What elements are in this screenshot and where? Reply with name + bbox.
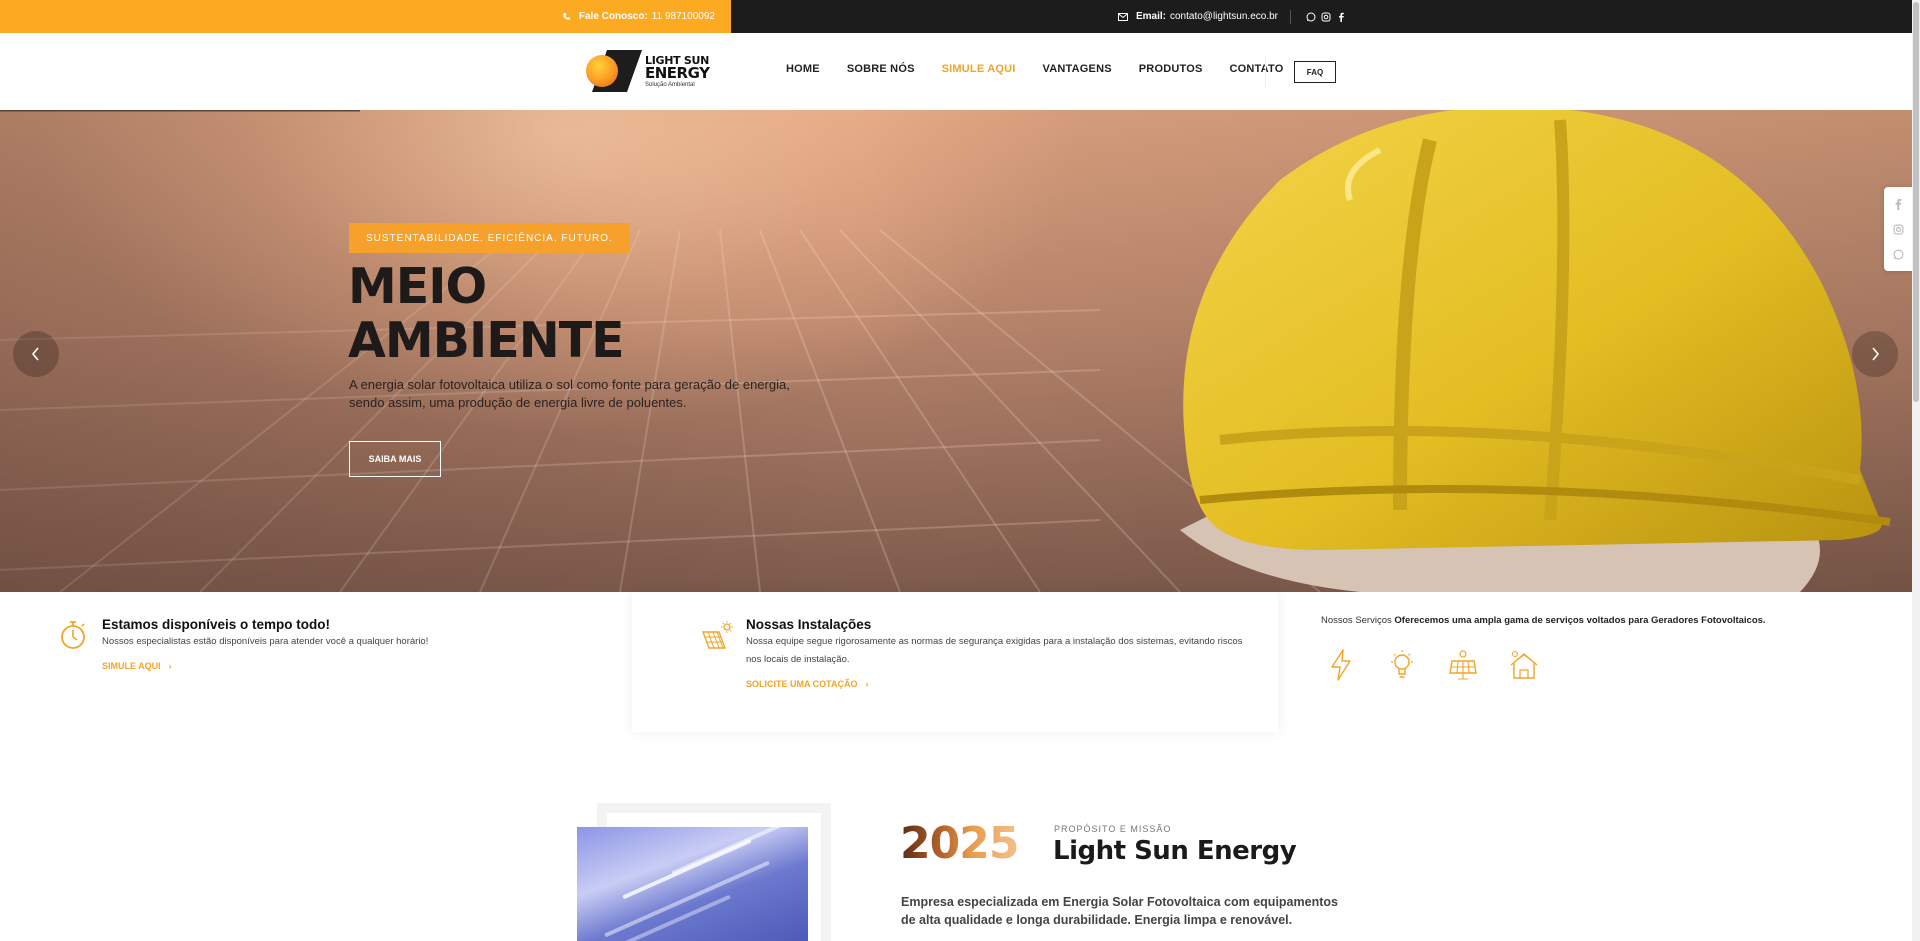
phone-number[interactable]: 11 987100092 — [652, 11, 715, 22]
phone-label: Fale Conosco: — [578, 11, 648, 22]
email-link[interactable]: contato@lightsun.eco.br — [1170, 11, 1278, 22]
feature-title: Nossas Instalações — [746, 617, 872, 632]
helmet-image — [1180, 110, 1891, 592]
about-kicker: PROPÓSITO E MISSÃO — [1054, 824, 1172, 834]
hero-title-line1: MEIO — [348, 258, 487, 315]
solicite-cotacao-link[interactable]: SOLICITE UMA COTAÇÃO › — [746, 679, 869, 689]
about-title: Light Sun Energy — [1053, 836, 1297, 866]
logo-line2: ENERGY — [645, 64, 710, 82]
nav-vantagens[interactable]: VANTAGENS — [1043, 63, 1112, 75]
feature-title: Estamos disponíveis o tempo todo! — [102, 617, 331, 632]
services-label: Nossos Serviços — [1321, 615, 1392, 626]
feature-description: Nossos especialistas estão disponíveis p… — [102, 636, 429, 647]
chevron-right-icon — [1872, 347, 1880, 361]
services-icons — [1321, 648, 1881, 682]
chevron-left-icon — [31, 347, 39, 361]
link-label: SIMULE AQUI — [102, 661, 161, 671]
faq-button[interactable]: FAQ — [1294, 61, 1336, 83]
nav-produtos[interactable]: PRODUTOS — [1139, 63, 1203, 75]
logo-tagline: Solução Ambiental — [645, 82, 695, 88]
sun-logo-icon — [586, 50, 642, 92]
top-bar: Fale Conosco: 11 987100092 Email: contat… — [0, 0, 1920, 33]
nav-sobre-nos[interactable]: SOBRE NÓS — [847, 63, 915, 75]
site-logo[interactable]: LIGHT SUN ENERGY Solução Ambiental — [585, 47, 710, 95]
hero-tagline-badge: SUSTENTABILIDADE. EFICIÊNCIA. FUTURO. — [349, 223, 630, 253]
envelope-icon — [1116, 9, 1131, 24]
lightning-icon[interactable] — [1321, 648, 1361, 682]
feature-description: Nossa equipe segue rigorosamente as norm… — [746, 636, 1243, 665]
link-label: SOLICITE UMA COTAÇÃO — [746, 679, 858, 689]
simule-aqui-link[interactable]: SIMULE AQUI › — [102, 661, 172, 671]
facebook-icon[interactable] — [1894, 198, 1902, 210]
hero-desc-line1: A energia solar fotovoltaica utiliza o s… — [349, 377, 790, 392]
nav-simule-aqui[interactable]: SIMULE AQUI — [942, 63, 1016, 75]
topbar-phone-area: Fale Conosco: 11 987100092 — [0, 0, 731, 33]
features-section: Estamos disponíveis o tempo todo! Nossos… — [0, 592, 1912, 732]
feature-services: Nossos Serviços Oferecemos uma ampla gam… — [1278, 592, 1912, 732]
nav-divider — [1265, 55, 1266, 87]
instagram-icon[interactable] — [1893, 224, 1904, 235]
slider-next-button[interactable] — [1852, 331, 1898, 377]
nav-home[interactable]: HOME — [786, 63, 820, 75]
about-image — [577, 827, 808, 941]
hero-description: A energia solar fotovoltaica utiliza o s… — [349, 376, 809, 412]
chevron-right-icon: › — [865, 679, 869, 689]
hero-slider: SUSTENTABILIDADE. EFICIÊNCIA. FUTURO. ME… — [0, 110, 1912, 592]
feature-availability: Estamos disponíveis o tempo todo! Nossos… — [0, 592, 632, 732]
slider-prev-button[interactable] — [13, 331, 59, 377]
phone-icon — [559, 9, 574, 24]
floating-social-bar — [1884, 187, 1912, 271]
topbar-contact-area: Email: contato@lightsun.eco.br — [1116, 0, 1348, 33]
chevron-right-icon: › — [168, 661, 172, 671]
nav-contato[interactable]: CONTATO — [1230, 63, 1284, 75]
feature-installations: Nossas Instalações Nossa equipe segue ri… — [632, 592, 1278, 732]
hero-title: MEIO AMBIENTE — [348, 258, 625, 369]
instagram-icon[interactable] — [1318, 9, 1333, 24]
lightbulb-icon[interactable] — [1382, 648, 1422, 682]
hero-desc-line2: sendo assim, uma produção de energia liv… — [349, 395, 687, 410]
hero-title-line2: AMBIENTE — [348, 312, 625, 369]
scrollbar-thumb[interactable] — [1913, 2, 1919, 402]
stopwatch-icon — [61, 621, 85, 649]
year-number: 2025 — [900, 818, 1019, 869]
whatsapp-icon[interactable] — [1303, 9, 1318, 24]
main-header: LIGHT SUN ENERGY Solução Ambiental HOME … — [0, 33, 1912, 110]
saiba-mais-button[interactable]: SAIBA MAIS — [349, 441, 441, 477]
divider — [1290, 9, 1291, 24]
whatsapp-icon[interactable] — [1893, 249, 1904, 260]
services-heading: Nossos Serviços Oferecemos uma ampla gam… — [1321, 615, 1881, 626]
facebook-icon[interactable] — [1333, 9, 1348, 24]
solar-panel-icon[interactable] — [1443, 648, 1483, 682]
main-nav: HOME SOBRE NÓS SIMULE AQUI VANTAGENS PRO… — [786, 63, 1310, 75]
solar-panel-icon — [701, 621, 733, 649]
solar-house-icon[interactable] — [1504, 648, 1544, 682]
logo-text: LIGHT SUN ENERGY Solução Ambiental — [645, 55, 710, 88]
email-label: Email: — [1135, 11, 1166, 22]
services-bold-text: Oferecemos uma ampla gama de serviços vo… — [1394, 615, 1766, 626]
about-description: Empresa especializada em Energia Solar F… — [901, 895, 1338, 927]
